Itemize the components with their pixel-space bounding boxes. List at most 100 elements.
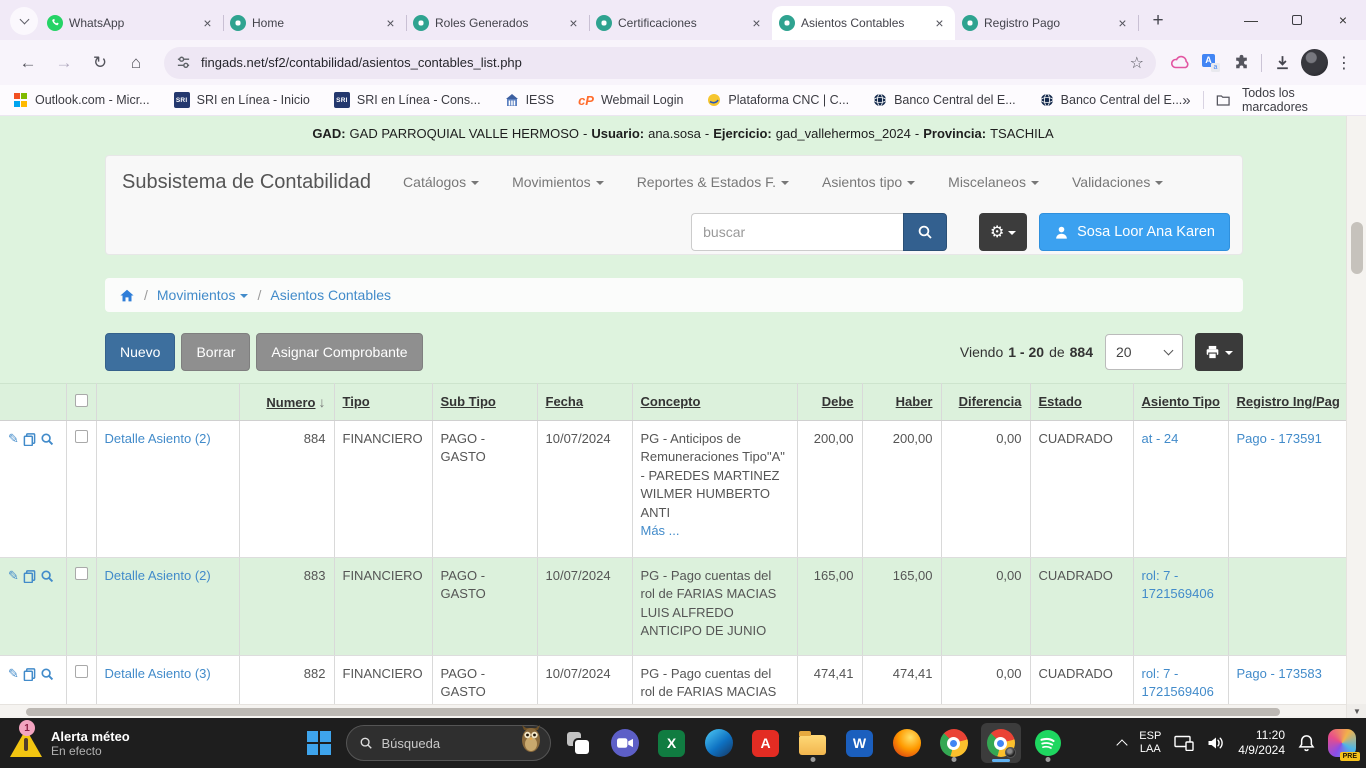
home-icon[interactable] [119,288,135,303]
copy-icon[interactable] [23,570,36,583]
tab-close-icon[interactable]: × [199,15,216,32]
detalle-link[interactable]: Detalle Asiento (3) [105,666,211,681]
bookmark-banco-central-2[interactable]: Banco Central del E... [1040,93,1183,107]
spotify-button[interactable] [1028,723,1068,763]
header-sub-tipo[interactable]: Sub Tipo [432,384,537,421]
tab-close-icon[interactable]: × [565,15,582,32]
borrar-button[interactable]: Borrar [181,333,250,371]
profile-avatar[interactable] [1301,49,1328,76]
maximize-button[interactable] [1274,0,1320,40]
chat-app-button[interactable] [605,723,645,763]
select-all-checkbox[interactable] [75,394,88,407]
tab-whatsapp[interactable]: WhatsApp × [40,6,223,40]
tab-registro-pago[interactable]: Registro Pago × [955,6,1138,40]
vertical-scrollbar-thumb[interactable] [1351,222,1363,274]
volume-icon[interactable] [1207,735,1225,751]
clock[interactable]: 11:20 4/9/2024 [1238,728,1285,758]
search-button[interactable] [903,213,947,251]
bookmark-sri-consultas[interactable]: SRI SRI en Línea - Cons... [334,92,481,108]
minimize-button[interactable]: — [1228,0,1274,40]
header-tipo[interactable]: Tipo [334,384,432,421]
asiento-tipo-link[interactable]: rol: 7 - 1721569406 [1142,666,1214,699]
notification-bell-icon[interactable] [1298,734,1315,752]
breadcrumb-movimientos[interactable]: Movimientos [157,287,249,303]
header-estado[interactable]: Estado [1030,384,1133,421]
copy-icon[interactable] [23,668,36,681]
bookmark-sri-inicio[interactable]: SRI SRI en Línea - Inicio [174,92,310,108]
edit-icon[interactable]: ✎ [8,665,19,683]
reload-button[interactable]: ↻ [85,48,115,78]
copilot-icon[interactable]: PRE [1328,729,1356,757]
cast-icon[interactable] [1174,735,1194,751]
excel-button[interactable]: X [652,723,692,763]
site-settings-icon[interactable] [176,55,191,70]
tray-overflow-chevron-icon[interactable] [1117,739,1128,750]
browser-menu-icon[interactable]: ⋮ [1332,53,1356,73]
row-checkbox[interactable] [75,665,88,678]
asiento-tipo-link[interactable]: rol: 7 - 1721569406 [1142,568,1214,601]
chrome-active-button[interactable] [981,723,1021,763]
horizontal-scrollbar-thumb[interactable] [26,708,1280,716]
firefox-button[interactable] [887,723,927,763]
print-dropdown-button[interactable] [1195,333,1243,371]
user-menu-button[interactable]: Sosa Loor Ana Karen [1039,213,1230,251]
header-diferencia[interactable]: Diferencia [941,384,1030,421]
bookmark-outlook[interactable]: Outlook.com - Micr... [14,93,150,107]
settings-dropdown-button[interactable]: ⚙ [979,213,1027,251]
tab-home[interactable]: Home × [223,6,406,40]
start-button[interactable] [299,723,339,763]
view-icon[interactable] [40,667,54,681]
new-tab-button[interactable]: + [1144,7,1172,35]
menu-validaciones[interactable]: Validaciones [1072,174,1163,190]
language-indicator[interactable]: ESP LAA [1139,730,1161,756]
breadcrumb-current[interactable]: Asientos Contables [270,287,391,303]
header-numero[interactable]: Numero↓ [239,384,334,421]
bookmark-cnc[interactable]: Plataforma CNC | C... [707,93,849,107]
edge-button[interactable] [699,723,739,763]
weather-widget[interactable]: 1 Alerta méteo En efecto [10,729,130,758]
header-debe[interactable]: Debe [797,384,862,421]
search-input[interactable] [691,213,903,251]
header-fecha[interactable]: Fecha [537,384,632,421]
tab-search-button[interactable] [10,7,38,35]
menu-miscelaneos[interactable]: Miscelaneos [948,174,1039,190]
address-bar[interactable]: fingads.net/sf2/contabilidad/asientos_co… [164,47,1156,79]
tab-close-icon[interactable]: × [931,15,948,32]
bookmark-webmail[interactable]: cP Webmail Login [578,93,683,108]
bookmark-star-icon[interactable]: ☆ [1130,53,1144,73]
extensions-puzzle-icon[interactable] [1226,48,1256,78]
nuevo-button[interactable]: Nuevo [105,333,175,371]
header-haber[interactable]: Haber [862,384,941,421]
registro-link[interactable]: Pago - 173591 [1237,431,1322,446]
view-icon[interactable] [40,569,54,583]
tab-asientos-contables[interactable]: Asientos Contables × [772,6,955,40]
asignar-comprobante-button[interactable]: Asignar Comprobante [256,333,422,371]
row-checkbox[interactable] [75,567,88,580]
edit-icon[interactable]: ✎ [8,430,19,448]
tab-roles-generados[interactable]: Roles Generados × [406,6,589,40]
page-size-select[interactable]: 20 [1105,334,1183,370]
acrobat-button[interactable]: A [746,723,786,763]
row-checkbox[interactable] [75,430,88,443]
tab-close-icon[interactable]: × [382,15,399,32]
close-button[interactable]: × [1320,0,1366,40]
menu-asientos-tipo[interactable]: Asientos tipo [822,174,915,190]
copy-icon[interactable] [23,433,36,446]
edit-icon[interactable]: ✎ [8,567,19,585]
back-button[interactable]: ← [13,48,43,78]
home-button[interactable]: ⌂ [121,48,151,78]
header-concepto[interactable]: Concepto [632,384,797,421]
tab-close-icon[interactable]: × [1114,15,1131,32]
menu-catalogos[interactable]: Catálogos [403,174,479,190]
detalle-link[interactable]: Detalle Asiento (2) [105,568,211,583]
all-bookmarks-button[interactable]: Todos los marcadores [1242,86,1352,114]
view-icon[interactable] [40,432,54,446]
weather-extension-icon[interactable] [1166,48,1196,78]
taskbar-search-input[interactable] [382,736,492,751]
bookmarks-overflow-button[interactable]: » [1182,92,1190,109]
detalle-link[interactable]: Detalle Asiento (2) [105,431,211,446]
tab-certificaciones[interactable]: Certificaciones × [589,6,772,40]
taskbar-search[interactable] [346,725,551,761]
registro-link[interactable]: Pago - 173583 [1237,666,1322,681]
vertical-scrollbar[interactable]: ▼ [1346,116,1366,718]
